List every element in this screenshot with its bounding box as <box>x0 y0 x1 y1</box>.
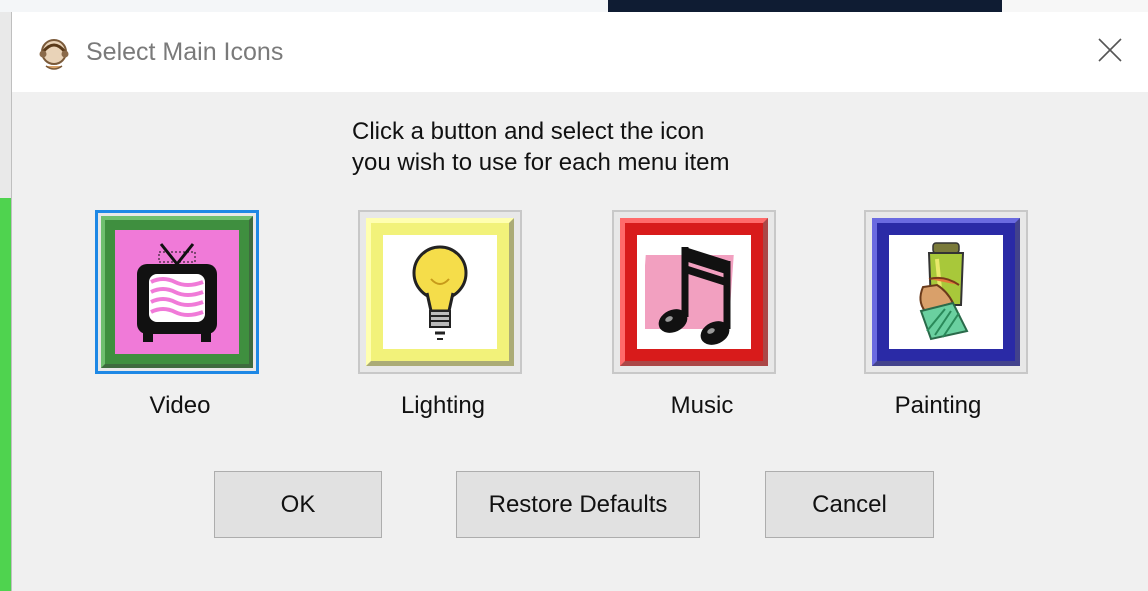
video-icon-frame <box>101 216 253 368</box>
video-icon-button[interactable] <box>95 210 259 374</box>
music-icon-frame <box>620 218 768 366</box>
close-button[interactable] <box>1072 12 1148 92</box>
lighting-icon-button[interactable] <box>358 210 522 374</box>
restore-defaults-button[interactable]: Restore Defaults <box>456 471 700 538</box>
title-bar[interactable]: Select Main Icons <box>12 12 1148 92</box>
window-title: Select Main Icons <box>86 38 284 66</box>
lighting-label: Lighting <box>400 392 486 419</box>
cancel-button[interactable]: Cancel <box>765 471 934 538</box>
music-icon-button[interactable] <box>612 210 776 374</box>
video-label: Video <box>149 392 211 419</box>
background-top-right <box>1002 0 1148 12</box>
painting-icon-background <box>889 235 1003 349</box>
select-main-icons-dialog: Select Main Icons Click a button and sel… <box>11 12 1148 591</box>
lighting-icon-background <box>383 235 497 349</box>
light-bulb-icon <box>409 241 471 350</box>
background-dark-panel <box>608 0 1002 12</box>
instructions-line-2: you wish to use for each menu item <box>352 149 730 176</box>
background-top-strip <box>0 0 608 12</box>
music-note-icon <box>640 237 745 352</box>
paint-tube-icon <box>907 239 987 352</box>
ok-button[interactable]: OK <box>214 471 382 538</box>
tv-icon <box>129 238 225 351</box>
music-label: Music <box>670 392 734 419</box>
instructions-line-1: Click a button and select the icon <box>352 118 705 145</box>
close-icon <box>1097 37 1123 68</box>
lighting-icon-frame <box>366 218 514 366</box>
painting-label: Painting <box>894 392 982 419</box>
music-icon-background <box>637 235 751 349</box>
instructions-text: Click a button and select the icon you w… <box>352 116 812 178</box>
app-logo-icon <box>36 36 72 72</box>
painting-icon-frame <box>872 218 1020 366</box>
video-icon-background <box>115 230 239 354</box>
painting-icon-button[interactable] <box>864 210 1028 374</box>
